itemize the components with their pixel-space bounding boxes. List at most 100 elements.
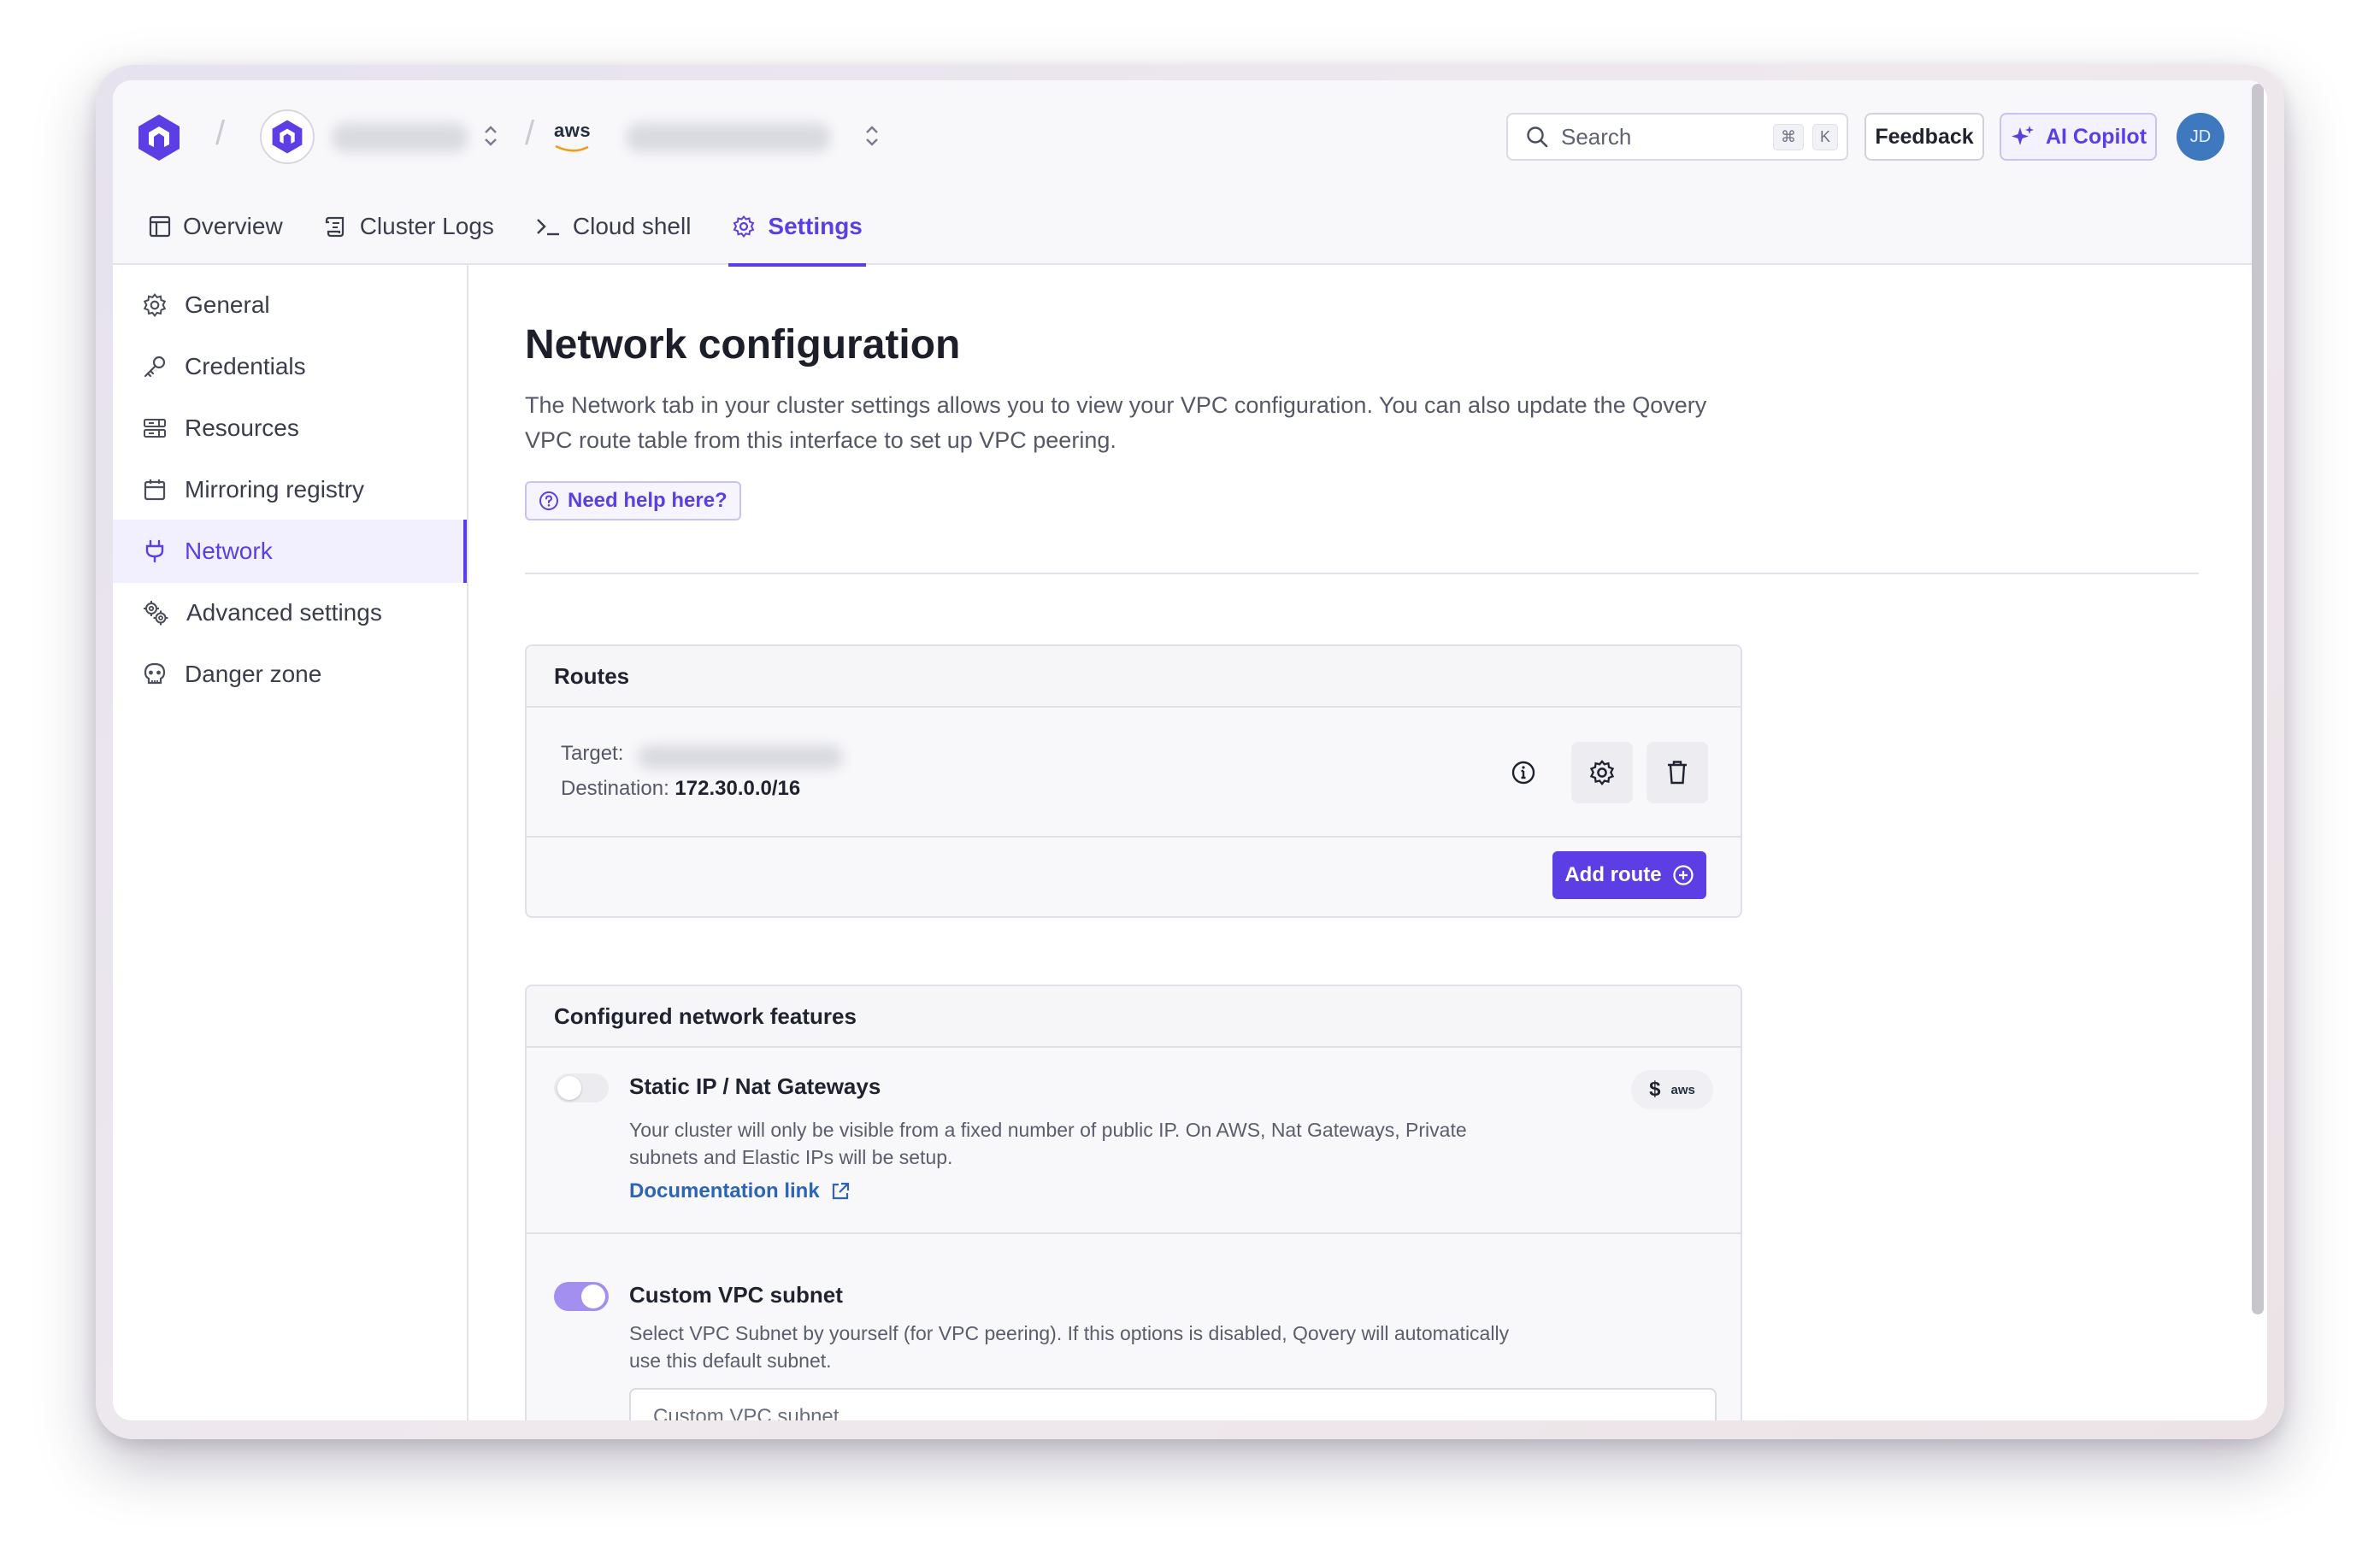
search-input[interactable]: Search ⌘ K xyxy=(1506,113,1848,161)
sidebar-item-label: General xyxy=(185,291,270,318)
page-description: The Network tab in your cluster settings… xyxy=(525,392,1707,453)
feature-static-ip: Static IP / Nat Gateways Your cluster wi… xyxy=(527,1048,1741,1234)
plug-icon xyxy=(145,539,164,563)
server-icon xyxy=(144,419,166,438)
window-frame: / / aws Search ⌘ K Feedback AI Copilot J… xyxy=(96,65,2284,1439)
route-delete-button[interactable] xyxy=(1647,742,1708,803)
feedback-button[interactable]: Feedback xyxy=(1865,113,1984,161)
sidebar-item-danger-zone[interactable]: Danger zone xyxy=(113,643,467,706)
route-target-redacted xyxy=(638,745,843,769)
route-info-button[interactable] xyxy=(1493,742,1554,803)
scroll-icon xyxy=(325,216,344,238)
sidebar-item-general[interactable]: General xyxy=(113,273,467,337)
tab-label: Cloud shell xyxy=(572,213,692,239)
sparkles-icon xyxy=(2011,126,2034,145)
static-ip-toggle[interactable] xyxy=(554,1073,609,1102)
external-link-icon xyxy=(832,1182,849,1200)
gear-icon xyxy=(1589,760,1615,785)
user-avatar[interactable]: JD xyxy=(2177,113,2224,161)
network-settings-panel: Network configuration The Network tab in… xyxy=(470,265,2255,1420)
sidebar-item-mirroring-registry[interactable]: Mirroring registry xyxy=(113,458,467,521)
need-help-button[interactable]: Need help here? xyxy=(525,481,741,520)
sidebar-item-label: Resources xyxy=(185,415,299,441)
tab-label: Settings xyxy=(768,213,863,239)
route-destination-line: Destination: 172.30.0.0/16 xyxy=(561,777,800,801)
route-target-line: Target: xyxy=(561,742,623,766)
terminal-icon xyxy=(537,219,559,236)
window-scrollbar[interactable] xyxy=(2252,84,2264,1314)
shortcut-cmd-key: ⌘ xyxy=(1772,123,1804,150)
trash-icon xyxy=(1668,761,1687,785)
settings-sidebar: General Credentials Resources Mirroring … xyxy=(113,265,468,1420)
skull-icon xyxy=(144,662,166,685)
tab-label: Overview xyxy=(183,213,283,239)
ai-copilot-label: AI Copilot xyxy=(2045,124,2147,149)
custom-vpc-toggle[interactable] xyxy=(554,1282,609,1311)
box-icon xyxy=(144,479,166,501)
sidebar-item-credentials[interactable]: Credentials xyxy=(113,335,467,398)
tab-label: Cluster Logs xyxy=(359,213,494,239)
gear-icon xyxy=(143,293,167,317)
cluster-tabs: Overview Cluster Logs Cloud shell Settin… xyxy=(149,200,867,267)
routes-card: Routes Target: Destination: 172.30.0.0/1… xyxy=(525,644,1742,918)
custom-vpc-title: Custom VPC subnet xyxy=(629,1282,843,1308)
organization-name-redacted[interactable] xyxy=(332,123,468,152)
routes-card-footer: Add route xyxy=(527,838,1741,916)
route-destination-label: Destination: xyxy=(561,777,669,800)
cluster-name-redacted[interactable] xyxy=(626,123,831,152)
documentation-link[interactable]: Documentation link xyxy=(629,1179,851,1203)
tab-settings[interactable]: Settings xyxy=(728,200,867,267)
add-route-button[interactable]: Add route xyxy=(1552,851,1706,899)
sidebar-item-label: Mirroring registry xyxy=(185,476,365,503)
need-help-label: Need help here? xyxy=(568,489,728,512)
shortcut-k-key: K xyxy=(1812,123,1838,150)
network-features-title: Configured network features xyxy=(527,986,1741,1048)
info-icon xyxy=(1511,761,1535,785)
route-target-label: Target: xyxy=(561,742,624,765)
routes-card-title: Routes xyxy=(527,646,1741,708)
tab-cloud-shell[interactable]: Cloud shell xyxy=(535,200,692,265)
sidebar-item-resources[interactable]: Resources xyxy=(113,397,467,460)
sidebar-item-advanced-settings[interactable]: Advanced settings xyxy=(113,581,467,644)
sidebar-item-label: Credentials xyxy=(185,353,306,379)
sidebar-item-network[interactable]: Network xyxy=(113,520,467,583)
search-label: Search xyxy=(1561,123,1632,150)
tab-overview[interactable]: Overview xyxy=(149,200,283,265)
aws-logo-icon: aws xyxy=(554,120,595,157)
question-circle-icon xyxy=(539,491,558,510)
organization-avatar[interactable] xyxy=(260,109,315,164)
custom-vpc-description: Select VPC Subnet by yourself (for VPC p… xyxy=(629,1322,1510,1372)
sidebar-item-label: Network xyxy=(185,538,273,564)
page-title: Network configuration xyxy=(525,322,961,367)
custom-vpc-subnet-input[interactable]: Custom VPC subnet xyxy=(629,1388,1717,1420)
chevron-updown-icon[interactable] xyxy=(862,121,882,150)
top-header: / / aws Search ⌘ K Feedback AI Copilot J… xyxy=(113,80,2255,267)
add-route-label: Add route xyxy=(1564,863,1662,886)
breadcrumb-separator: / xyxy=(215,115,226,152)
route-row: Target: Destination: 172.30.0.0/16 xyxy=(527,708,1741,838)
sidebar-item-label: Danger zone xyxy=(185,661,322,687)
dollar-icon: $ xyxy=(1649,1078,1661,1101)
gears-icon xyxy=(144,601,168,626)
gear-icon xyxy=(733,215,755,238)
org-logo-icon xyxy=(272,120,303,154)
layout-icon xyxy=(149,215,171,238)
documentation-link-label: Documentation link xyxy=(629,1179,820,1202)
static-ip-description: Your cluster will only be visible from a… xyxy=(629,1119,1467,1168)
aws-smile-icon xyxy=(555,144,589,152)
tab-cluster-logs[interactable]: Cluster Logs xyxy=(324,200,494,265)
sidebar-item-label: Advanced settings xyxy=(186,599,382,626)
route-settings-button[interactable] xyxy=(1571,742,1633,803)
aws-logo-text: aws xyxy=(554,120,592,141)
ai-copilot-button[interactable]: AI Copilot xyxy=(2000,113,2157,161)
plus-circle-icon xyxy=(1673,865,1694,885)
network-features-card: Configured network features Static IP / … xyxy=(525,985,1742,1420)
app-window: / / aws Search ⌘ K Feedback AI Copilot J… xyxy=(113,80,2267,1420)
aws-badge-icon: aws xyxy=(1670,1082,1695,1097)
key-icon xyxy=(144,356,166,378)
feature-custom-vpc-subnet: Custom VPC subnet Select VPC Subnet by y… xyxy=(527,1234,1741,1420)
chevron-updown-icon[interactable] xyxy=(480,121,501,150)
search-icon xyxy=(1527,126,1548,148)
breadcrumb-separator: / xyxy=(525,115,535,152)
qovery-logo-icon[interactable] xyxy=(137,113,181,162)
